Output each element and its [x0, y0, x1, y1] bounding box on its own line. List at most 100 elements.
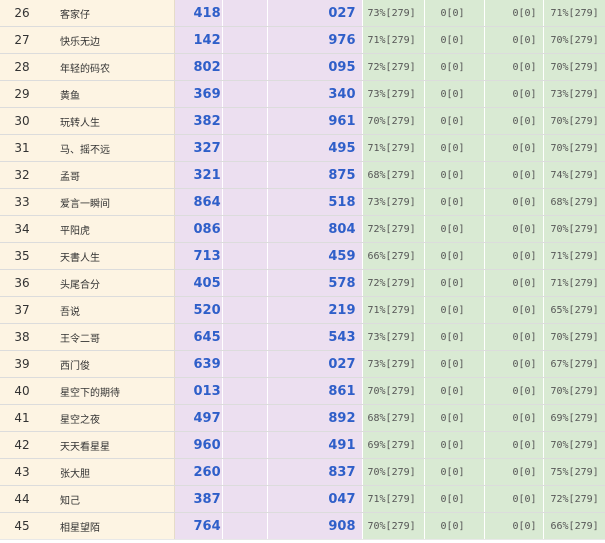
row-spacer	[221, 296, 267, 324]
row-count-a: 0[0]	[423, 404, 484, 432]
row-rate-a: 73%[279]	[361, 323, 424, 351]
row-number-a: 520	[174, 296, 222, 324]
row-rank: 35	[0, 242, 44, 270]
row-count-b: 0[0]	[483, 215, 543, 243]
row-count-b: 0[0]	[483, 161, 543, 189]
row-rate-b: 71%[279]	[542, 269, 605, 297]
row-name: 星空之夜	[44, 404, 175, 432]
table-row: 33 爱言一瞬间 864 518 73%[279] 0[0] 0[0] 68%[279]	[0, 188, 605, 216]
row-number-a: 864	[174, 188, 222, 216]
row-rate-a: 73%[279]	[361, 0, 424, 27]
row-rate-b: 70%[279]	[542, 53, 605, 81]
row-count-a: 0[0]	[423, 269, 484, 297]
row-rank: 41	[0, 404, 44, 432]
row-name: 王令二哥	[44, 323, 175, 351]
row-count-b: 0[0]	[483, 134, 543, 162]
row-count-b: 0[0]	[483, 188, 543, 216]
row-count-a: 0[0]	[423, 458, 484, 486]
row-spacer	[221, 53, 267, 81]
row-name: 年轻的码农	[44, 53, 175, 81]
row-number-a: 327	[174, 134, 222, 162]
row-rate-a: 73%[279]	[361, 350, 424, 378]
row-spacer	[221, 161, 267, 189]
row-rate-a: 69%[279]	[361, 431, 424, 459]
row-spacer	[221, 431, 267, 459]
row-rank: 34	[0, 215, 44, 243]
row-rate-b: 70%[279]	[542, 134, 605, 162]
row-rate-a: 66%[279]	[361, 242, 424, 270]
row-rank: 37	[0, 296, 44, 324]
row-number-a: 802	[174, 53, 222, 81]
row-count-a: 0[0]	[423, 323, 484, 351]
row-number-b: 892	[266, 404, 362, 432]
row-spacer	[221, 485, 267, 513]
row-number-b: 518	[266, 188, 362, 216]
row-number-a: 713	[174, 242, 222, 270]
row-rank: 40	[0, 377, 44, 405]
row-rate-a: 71%[279]	[361, 26, 424, 54]
row-name: 相星望陌	[44, 512, 175, 540]
row-rate-b: 75%[279]	[542, 458, 605, 486]
row-count-b: 0[0]	[483, 0, 543, 27]
row-rate-a: 71%[279]	[361, 296, 424, 324]
row-rate-b: 74%[279]	[542, 161, 605, 189]
table-row: 37 吾说 520 219 71%[279] 0[0] 0[0] 65%[279]	[0, 296, 605, 324]
row-rate-b: 73%[279]	[542, 80, 605, 108]
row-number-b: 976	[266, 26, 362, 54]
row-name: 星空下的期待	[44, 377, 175, 405]
row-rate-a: 70%[279]	[361, 377, 424, 405]
row-count-b: 0[0]	[483, 296, 543, 324]
row-number-a: 142	[174, 26, 222, 54]
row-number-b: 961	[266, 107, 362, 135]
row-number-b: 908	[266, 512, 362, 540]
row-rank: 31	[0, 134, 44, 162]
row-rank: 27	[0, 26, 44, 54]
row-rank: 39	[0, 350, 44, 378]
row-name: 快乐无边	[44, 26, 175, 54]
row-rank: 36	[0, 269, 44, 297]
row-number-a: 645	[174, 323, 222, 351]
row-rate-b: 72%[279]	[542, 485, 605, 513]
row-spacer	[221, 323, 267, 351]
row-count-a: 0[0]	[423, 512, 484, 540]
row-spacer	[221, 377, 267, 405]
row-rank: 28	[0, 53, 44, 81]
row-spacer	[221, 404, 267, 432]
row-name: 吾说	[44, 296, 175, 324]
row-count-a: 0[0]	[423, 134, 484, 162]
row-count-a: 0[0]	[423, 215, 484, 243]
row-number-b: 861	[266, 377, 362, 405]
row-name: 黄鱼	[44, 80, 175, 108]
row-count-b: 0[0]	[483, 269, 543, 297]
row-rate-a: 73%[279]	[361, 188, 424, 216]
row-number-a: 764	[174, 512, 222, 540]
row-name: 爱言一瞬间	[44, 188, 175, 216]
table-row: 28 年轻的码农 802 095 72%[279] 0[0] 0[0] 70%[279]	[0, 53, 605, 81]
row-count-b: 0[0]	[483, 53, 543, 81]
row-number-b: 027	[266, 0, 362, 27]
row-rate-a: 68%[279]	[361, 404, 424, 432]
table-row: 39 西门俊 639 027 73%[279] 0[0] 0[0] 67%[279]	[0, 350, 605, 378]
row-name: 头尾合分	[44, 269, 175, 297]
row-spacer	[221, 26, 267, 54]
row-number-a: 260	[174, 458, 222, 486]
row-number-b: 495	[266, 134, 362, 162]
table-row: 27 快乐无边 142 976 71%[279] 0[0] 0[0] 70%[279]	[0, 26, 605, 54]
row-rate-b: 69%[279]	[542, 404, 605, 432]
row-spacer	[221, 0, 267, 27]
row-rate-a: 72%[279]	[361, 53, 424, 81]
row-count-b: 0[0]	[483, 323, 543, 351]
row-spacer	[221, 188, 267, 216]
row-rate-b: 66%[279]	[542, 512, 605, 540]
row-number-a: 387	[174, 485, 222, 513]
row-count-a: 0[0]	[423, 80, 484, 108]
table-row: 32 孟哥 321 875 68%[279] 0[0] 0[0] 74%[279]	[0, 161, 605, 189]
row-count-a: 0[0]	[423, 53, 484, 81]
row-count-b: 0[0]	[483, 485, 543, 513]
row-count-a: 0[0]	[423, 107, 484, 135]
table-row: 36 头尾合分 405 578 72%[279] 0[0] 0[0] 71%[279]	[0, 269, 605, 297]
row-number-b: 875	[266, 161, 362, 189]
row-count-a: 0[0]	[423, 0, 484, 27]
table-row: 43 张大胆 260 837 70%[279] 0[0] 0[0] 75%[279]	[0, 458, 605, 486]
row-spacer	[221, 215, 267, 243]
